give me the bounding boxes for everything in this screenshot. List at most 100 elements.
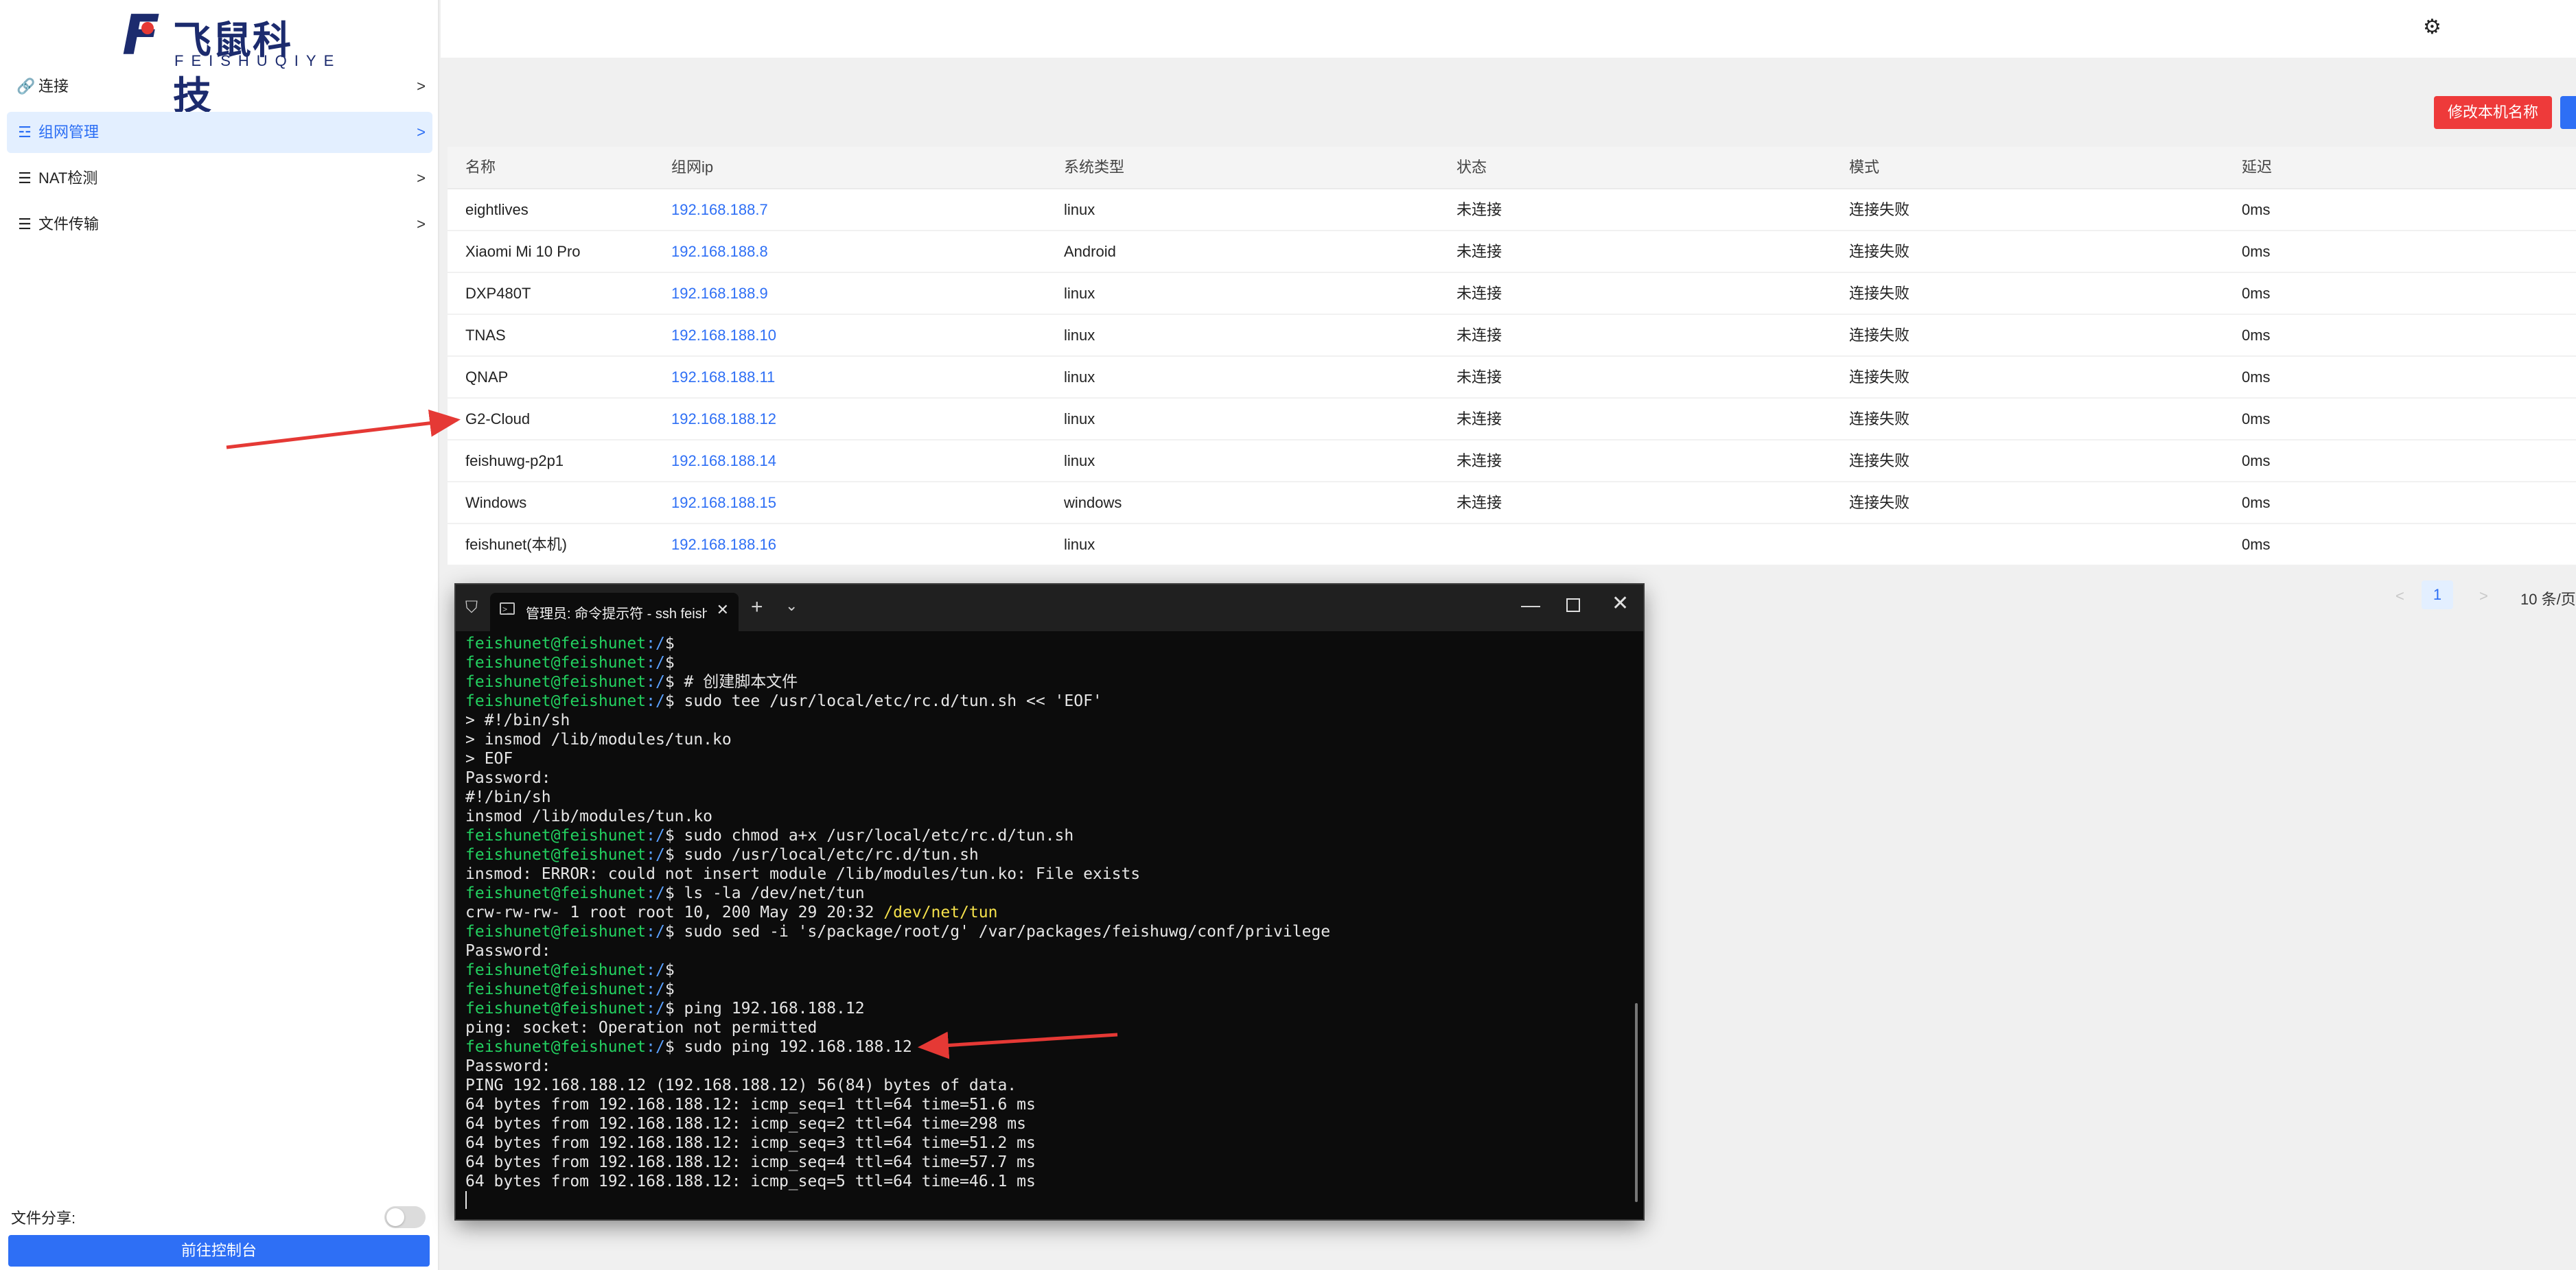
maximize-icon[interactable] [1566, 598, 1580, 612]
sidebar: F 飞鼠科技 FEISHUQIYE 🔗 连接 > ☲ 组网管理 > ☰ NAT检… [0, 0, 439, 1270]
table-row[interactable]: G2-Cloud 192.168.188.12 linux 未连接 连接失败 0ms [448, 399, 2576, 440]
table-row[interactable]: feishuwg-p2p1 192.168.188.14 linux 未连接 连接失败 0… [448, 440, 2576, 482]
brand-logo[interactable]: F 飞鼠科技 FEISHUQIYE [122, 7, 334, 119]
pagination-page-current[interactable]: 1 [2422, 580, 2453, 609]
cell-os: linux [1064, 201, 1095, 218]
prompt-path: :/ [646, 980, 665, 998]
terminal-line: feishunet@feishunet:/$ sudo ping 192.168… [465, 1037, 1618, 1057]
terminal-line: feishunet@feishunet:/$ # 创建脚本文件 [465, 672, 1618, 692]
cell-ip[interactable]: 192.168.188.9 [671, 273, 768, 314]
output-text: #!/bin/sh [465, 788, 551, 806]
sidebar-item-file-transfer[interactable]: ☰ 文件传输 > [7, 204, 432, 245]
prompt-user: feishunet@feishunet [465, 846, 647, 864]
terminal-window[interactable]: ⛉ >_ 管理员: 命令提示符 - ssh feish ✕ + ⌄ — ✕ fe… [456, 585, 1643, 1219]
cell-ip[interactable]: 192.168.188.10 [671, 315, 776, 355]
table-row[interactable]: Xiaomi Mi 10 Pro 192.168.188.8 Android 未连接 连… [448, 231, 2576, 273]
gear-icon[interactable]: ⚙ [2423, 15, 2441, 39]
table-header: 名称 组网ip 系统类型 状态 模式 延迟 [448, 147, 2576, 189]
table-row[interactable]: feishunet(本机) 192.168.188.16 linux 0ms [448, 524, 2576, 566]
cell-ip[interactable]: 192.168.188.12 [671, 399, 776, 439]
prompt-user: feishunet@feishunet [465, 961, 647, 979]
pagination-next[interactable]: > [2479, 587, 2488, 605]
cell-name: feishuwg-p2p1 [465, 452, 564, 469]
file-share-toggle[interactable] [384, 1206, 426, 1228]
new-tab-icon[interactable]: + [751, 596, 763, 619]
minimize-icon[interactable]: — [1521, 594, 1540, 616]
cell-latency: 0ms [2242, 285, 2271, 302]
pagination-page-size[interactable]: 10 条/页 [2520, 587, 2576, 609]
command-text: $ sudo tee /usr/local/etc/rc.d/tun.sh <<… [664, 692, 1102, 710]
command-text: $ [664, 961, 675, 979]
table-row[interactable]: Windows 192.168.188.15 windows 未连接 连接失败 0ms [448, 482, 2576, 524]
cell-ip[interactable]: 192.168.188.16 [671, 524, 776, 565]
cell-ip[interactable]: 192.168.188.11 [671, 357, 775, 397]
cell-mode: 连接失败 [1849, 285, 1910, 302]
terminal-output[interactable]: feishunet@feishunet:/$ feishunet@feishune… [465, 634, 1618, 1191]
sidebar-item-nat-detect[interactable]: ☰ NAT检测 > [7, 158, 432, 199]
output-text: > insmod /lib/modules/tun.ko [465, 731, 732, 749]
chevron-down-icon[interactable]: ⌄ [785, 597, 798, 615]
terminal-line: insmod: ERROR: could not insert module /… [465, 865, 1618, 884]
sidebar-item-connect[interactable]: 🔗 连接 > [7, 66, 432, 107]
cell-os: Android [1064, 243, 1116, 260]
terminal-line: feishunet@feishunet:/$ [465, 980, 1618, 999]
sidebar-item-label: 组网管理 [38, 124, 100, 141]
cell-latency: 0ms [2242, 494, 2271, 511]
prompt-path: :/ [646, 846, 665, 864]
pagination-prev[interactable]: < [2395, 587, 2404, 605]
shield-icon: ⛉ [465, 598, 478, 617]
cell-mode: 连接失败 [1849, 452, 1910, 469]
cell-ip[interactable]: 192.168.188.15 [671, 482, 776, 523]
terminal-tab-title: 管理员: 命令提示符 - ssh feish [526, 607, 707, 622]
close-window-icon[interactable]: ✕ [1612, 591, 1629, 615]
cell-status: 未连接 [1457, 285, 1502, 302]
command-text: $ [664, 635, 675, 652]
terminal-line: 64 bytes from 192.168.188.12: icmp_seq=1… [465, 1095, 1618, 1114]
prompt-path: :/ [646, 923, 665, 941]
cell-latency: 0ms [2242, 536, 2271, 553]
prompt-path: :/ [646, 1038, 665, 1056]
cell-ip[interactable]: 192.168.188.8 [671, 231, 768, 272]
terminal-line: 64 bytes from 192.168.188.12: icmp_seq=5… [465, 1172, 1618, 1191]
prompt-path: :/ [646, 1000, 665, 1018]
prompt-user: feishunet@feishunet [465, 884, 647, 902]
terminal-tab[interactable]: >_ 管理员: 命令提示符 - ssh feish ✕ [490, 593, 739, 631]
cell-latency: 0ms [2242, 452, 2271, 469]
output-text: crw-rw-rw- 1 root root 10, 200 May 29 20… [465, 904, 884, 921]
terminal-line: feishunet@feishunet:/$ sudo sed -i 's/pa… [465, 922, 1618, 941]
terminal-scrollbar[interactable] [1635, 1003, 1638, 1202]
terminal-titlebar[interactable]: ⛉ >_ 管理员: 命令提示符 - ssh feish ✕ + ⌄ — ✕ [456, 585, 1643, 631]
network-icon: ☲ [18, 124, 32, 141]
table-row[interactable]: TNAS 192.168.188.10 linux 未连接 连接失败 0ms [448, 315, 2576, 357]
file-share-label: 文件分享: [11, 1210, 76, 1227]
cell-ip[interactable]: 192.168.188.7 [671, 189, 768, 230]
table-row[interactable]: DXP480T 192.168.188.9 linux 未连接 连接失败 0ms [448, 273, 2576, 315]
chevron-right-icon: > [417, 78, 426, 95]
go-to-console-button[interactable]: 前往控制台 [8, 1235, 430, 1267]
close-tab-icon[interactable]: ✕ [717, 601, 729, 619]
table-row[interactable]: eightlives 192.168.188.7 linux 未连接 连接失败 0ms [448, 189, 2576, 231]
terminal-line: feishunet@feishunet:/$ ping 192.168.188.… [465, 999, 1618, 1018]
sidebar-item-network-management[interactable]: ☲ 组网管理 > [7, 112, 432, 153]
terminal-line: feishunet@feishunet:/$ sudo /usr/local/e… [465, 845, 1618, 865]
prompt-path: :/ [646, 884, 665, 902]
terminal-cursor [465, 1191, 467, 1209]
rename-host-button[interactable]: 修改本机名称 [2434, 96, 2552, 129]
table-body: eightlives 192.168.188.7 linux 未连接 连接失败 0ms Xi… [448, 189, 2576, 566]
terminal-line: > #!/bin/sh [465, 711, 1618, 730]
table-row[interactable]: QNAP 192.168.188.11 linux 未连接 连接失败 0ms [448, 357, 2576, 399]
cell-os: linux [1064, 368, 1095, 386]
column-header-status: 状态 [1457, 158, 1487, 176]
cell-latency: 0ms [2242, 368, 2271, 386]
list-icon: ☰ [18, 169, 32, 187]
cell-ip[interactable]: 192.168.188.14 [671, 440, 776, 481]
primary-action-button[interactable] [2560, 96, 2576, 129]
cell-mode: 连接失败 [1849, 368, 1910, 386]
terminal-line: feishunet@feishunet:/$ [465, 961, 1618, 980]
terminal-line: insmod /lib/modules/tun.ko [465, 807, 1618, 826]
cell-os: linux [1064, 452, 1095, 469]
command-text: $ ls -la /dev/net/tun [664, 884, 865, 902]
prompt-path: :/ [646, 827, 665, 845]
output-text: Password: [465, 1057, 551, 1075]
output-text: ping: socket: Operation not permitted [465, 1019, 817, 1037]
